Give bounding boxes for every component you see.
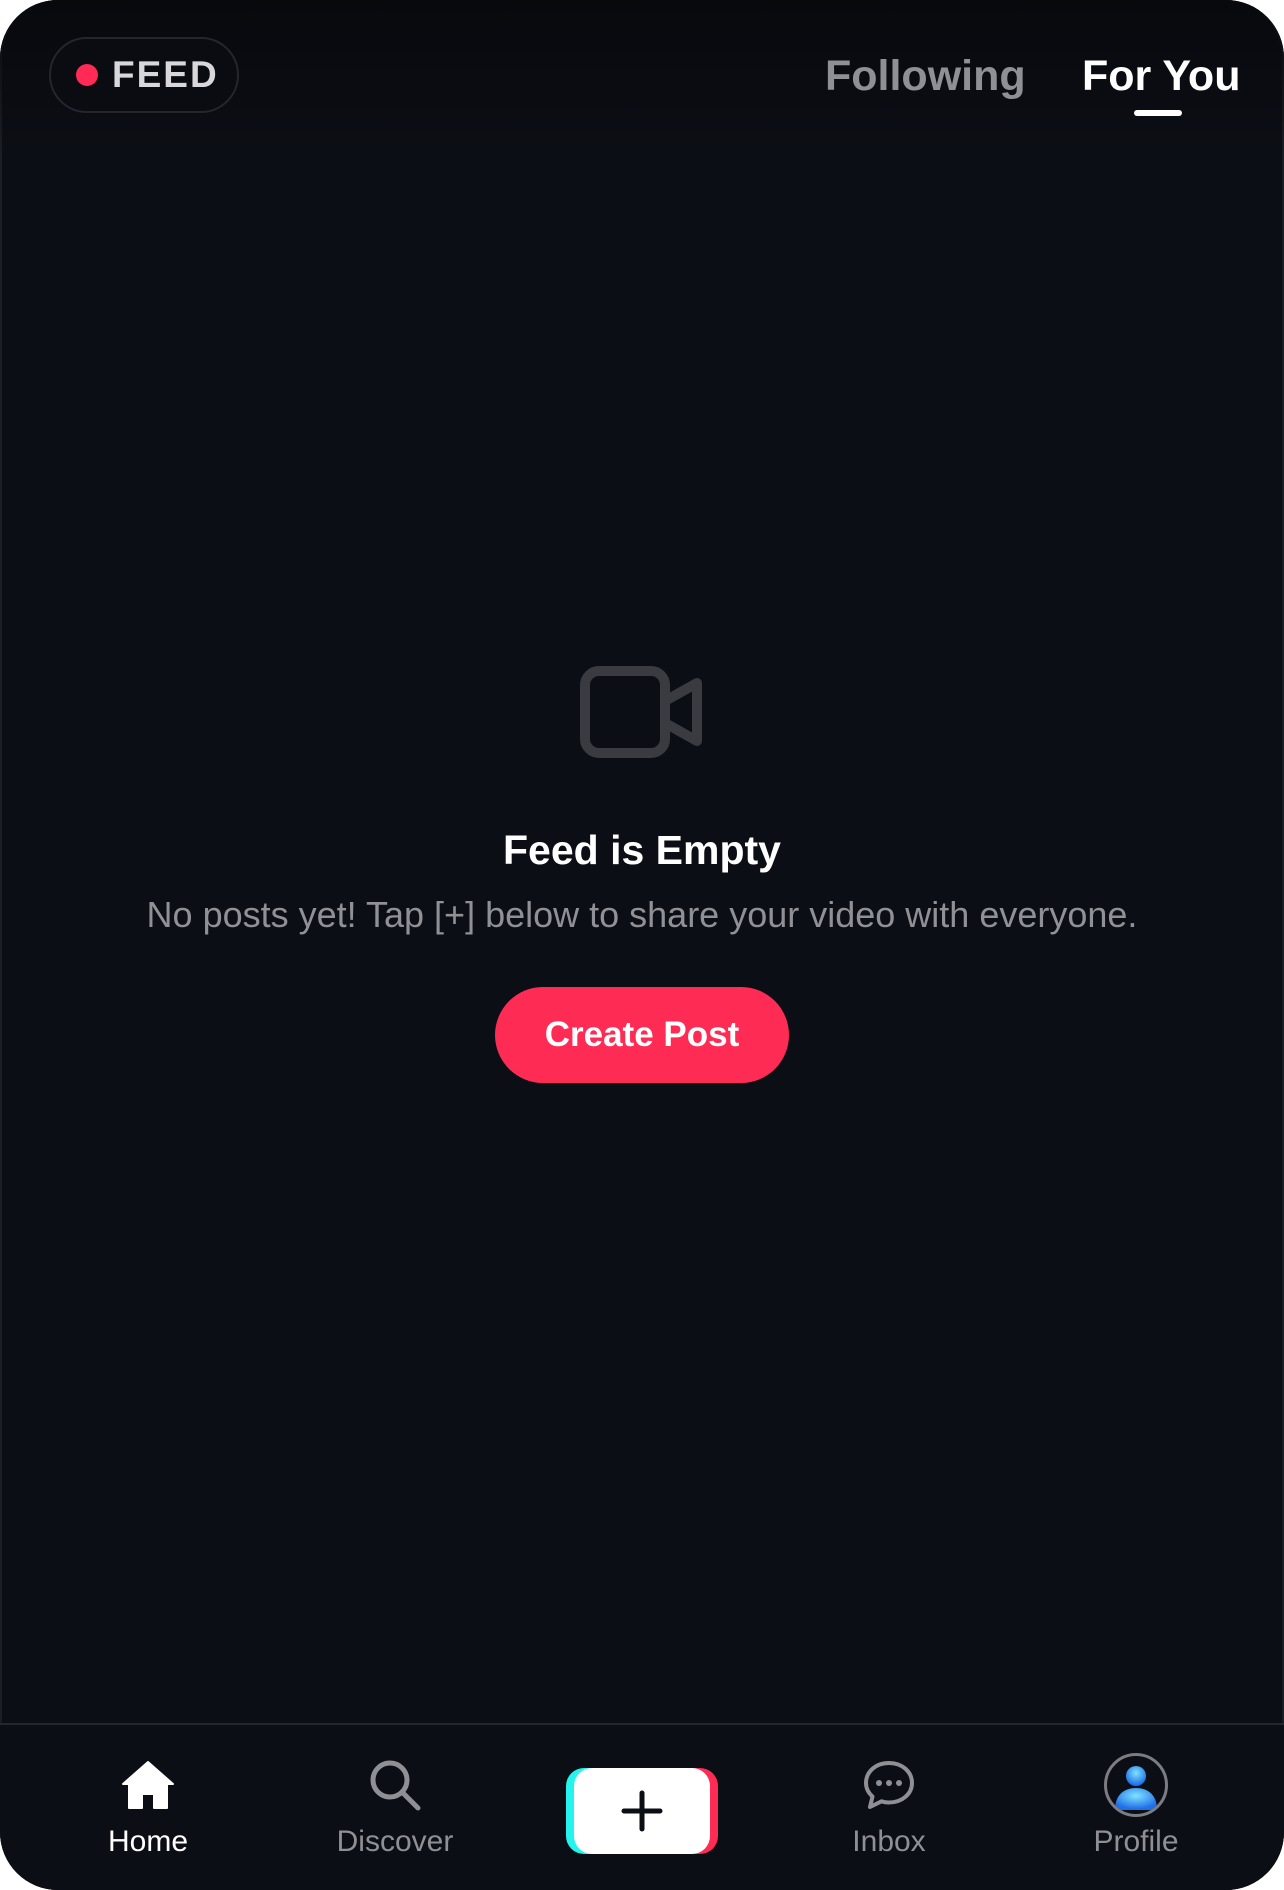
bottom-navigation: Home Discover Inbox Profile (0, 1723, 1284, 1890)
active-tab-indicator (1134, 110, 1182, 116)
empty-state-description: No posts yet! Tap [+] below to share you… (146, 894, 1138, 935)
nav-discover[interactable]: Discover (295, 1725, 495, 1890)
search-icon (370, 1760, 421, 1811)
empty-state-title: Feed is Empty (503, 827, 781, 873)
create-button[interactable] (566, 1768, 718, 1854)
nav-inbox-label: Inbox (852, 1825, 926, 1858)
nav-profile-label: Profile (1093, 1825, 1179, 1858)
nav-discover-label: Discover (336, 1825, 454, 1858)
home-icon (122, 1761, 174, 1809)
tab-for-you[interactable]: For You (1082, 50, 1240, 102)
tab-following[interactable]: Following (825, 50, 1026, 102)
feed-label: FEED (112, 54, 219, 95)
app-screen: FEED Following For You Feed is Empty No … (0, 0, 1284, 1890)
video-camera-icon (580, 666, 702, 758)
nav-home-label: Home (107, 1825, 189, 1858)
chat-bubble-icon (864, 1761, 914, 1809)
nav-inbox[interactable]: Inbox (789, 1725, 989, 1890)
nav-profile[interactable]: Profile (1036, 1725, 1236, 1890)
create-button-face (574, 1768, 710, 1854)
live-dot-icon (76, 64, 98, 86)
plus-icon (621, 1790, 663, 1832)
feed-badge: FEED (49, 37, 239, 113)
nav-home[interactable]: Home (48, 1725, 248, 1890)
avatar-icon (1104, 1753, 1168, 1817)
create-post-button[interactable]: Create Post (495, 987, 789, 1083)
